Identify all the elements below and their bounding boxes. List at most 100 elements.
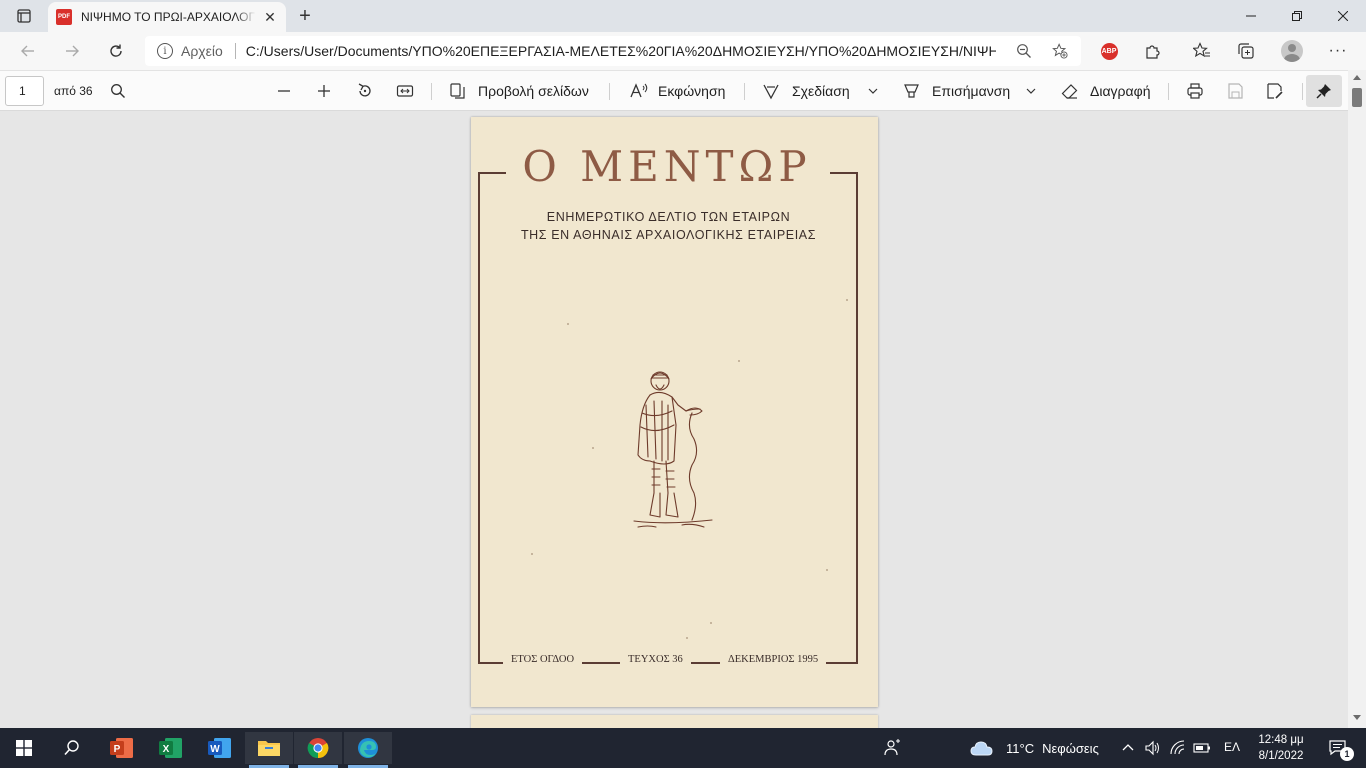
save-button[interactable] xyxy=(1226,79,1244,103)
pin-icon xyxy=(1316,84,1331,99)
edge-icon xyxy=(358,738,378,758)
vertical-scrollbar[interactable] xyxy=(1348,70,1366,728)
zoom-out-button[interactable] xyxy=(276,79,292,103)
scroll-up-arrow-icon[interactable] xyxy=(1353,75,1361,80)
back-button[interactable] xyxy=(12,36,44,66)
minimize-icon xyxy=(1246,15,1256,17)
url-text[interactable]: C:/Users/User/Documents/ΥΠΟ%20ΕΠΕΞΕΡΓΑΣΙ… xyxy=(246,43,996,59)
toolbar-divider xyxy=(1168,83,1169,100)
windows-icon xyxy=(16,740,32,756)
zoom-out-icon[interactable] xyxy=(1016,43,1032,59)
battery-icon xyxy=(1193,743,1210,753)
clock-date: 8/1/2022 xyxy=(1258,750,1304,762)
chevron-up-icon xyxy=(1122,744,1134,751)
refresh-button[interactable] xyxy=(100,36,132,66)
clock[interactable]: 12:48 μμ 8/1/2022 xyxy=(1253,732,1309,764)
erase-button[interactable]: Διαγραφή xyxy=(1061,79,1150,103)
page-count: από 36 xyxy=(54,84,93,98)
print-button[interactable] xyxy=(1186,79,1204,103)
weather-widget[interactable]: 11°C Νεφώσεις xyxy=(970,732,1100,764)
tab-actions-icon xyxy=(17,9,31,23)
search-taskbar-button[interactable] xyxy=(48,732,96,764)
page-number-input[interactable]: 1 xyxy=(5,76,44,106)
zoom-in-button[interactable] xyxy=(316,79,332,103)
page-view-label: Προβολή σελίδων xyxy=(478,83,589,99)
close-window-button[interactable] xyxy=(1320,0,1366,32)
fit-to-width-button[interactable] xyxy=(396,79,414,103)
info-icon[interactable]: i xyxy=(157,43,173,59)
minus-icon xyxy=(278,90,290,92)
address-bar[interactable]: i Αρχείο C:/Users/User/Documents/ΥΠΟ%20Ε… xyxy=(145,36,1081,66)
cover-footer-issue: ΤΕΥΧΟΣ 36 xyxy=(620,654,691,672)
svg-text:P: P xyxy=(114,744,121,755)
chevron-down-icon xyxy=(1026,88,1036,94)
pdf-page-1: Ο ΜΕΝΤΩΡ ΕΝΗΜΕΡΩΤΙΚΟ ΔΕΛΤΙΟ ΤΩΝ ΕΤΑΙΡΩΝ … xyxy=(471,117,878,707)
tab-actions-button[interactable] xyxy=(8,4,40,28)
minimize-button[interactable] xyxy=(1228,0,1274,32)
favorites-button[interactable] xyxy=(1190,39,1214,63)
language-indicator[interactable]: ΕΛ xyxy=(1224,740,1240,754)
extensions-button[interactable] xyxy=(1141,39,1165,63)
wifi-icon xyxy=(1170,740,1185,755)
add-favorite-icon[interactable] xyxy=(1052,43,1068,59)
page-view-button[interactable]: Προβολή σελίδων xyxy=(449,79,589,103)
people-taskbar-button[interactable] xyxy=(870,732,914,764)
puzzle-icon xyxy=(1146,45,1160,59)
cloud-icon xyxy=(970,741,993,756)
draw-options-button[interactable] xyxy=(867,79,879,103)
excel-taskbar-button[interactable]: X xyxy=(147,732,195,764)
start-button[interactable] xyxy=(0,732,48,764)
profile-button[interactable] xyxy=(1280,39,1304,63)
network-button[interactable] xyxy=(1166,732,1190,764)
pdf-viewer[interactable]: Ο ΜΕΝΤΩΡ ΕΝΗΜΕΡΩΤΙΚΟ ΔΕΛΤΙΟ ΤΩΝ ΕΤΑΙΡΩΝ … xyxy=(0,111,1348,728)
chrome-taskbar-button[interactable] xyxy=(294,732,342,768)
paper-speck xyxy=(686,637,688,639)
paper-speck xyxy=(592,447,594,449)
toolbar-divider xyxy=(1302,83,1303,100)
settings-menu-button[interactable]: ··· xyxy=(1326,39,1350,63)
highlight-label: Επισήμανση xyxy=(932,83,1011,99)
restore-button[interactable] xyxy=(1274,0,1320,32)
notifications-button[interactable]: 1 xyxy=(1318,732,1358,764)
adblock-extension-button[interactable]: ABP xyxy=(1097,39,1121,63)
paper-speck xyxy=(846,299,848,301)
forward-button[interactable] xyxy=(56,36,88,66)
search-icon xyxy=(64,740,79,756)
erase-label: Διαγραφή xyxy=(1090,83,1151,99)
plus-icon: + xyxy=(299,4,311,27)
collections-button[interactable] xyxy=(1234,39,1258,63)
fit-width-icon xyxy=(396,85,414,97)
battery-button[interactable] xyxy=(1190,732,1214,764)
rotate-icon xyxy=(358,83,371,97)
powerpoint-taskbar-button[interactable]: P xyxy=(98,732,146,764)
scroll-down-arrow-icon[interactable] xyxy=(1353,715,1361,720)
powerpoint-icon: P xyxy=(110,738,133,758)
word-taskbar-button[interactable]: W xyxy=(196,732,244,764)
volume-button[interactable] xyxy=(1140,732,1164,764)
address-divider xyxy=(234,43,236,59)
close-tab-button[interactable]: ✕ xyxy=(262,9,278,25)
read-aloud-button[interactable]: Εκφώνηση xyxy=(629,79,725,103)
cover-title: Ο ΜΕΝΤΩΡ xyxy=(522,142,812,191)
save-as-button[interactable] xyxy=(1266,79,1284,103)
edge-taskbar-button[interactable] xyxy=(344,732,392,768)
cover-subtitle-line2: ΤΗΣ ΕΝ ΑΘΗΝΑΙΣ ΑΡΧΑΙΟΛΟΓΙΚΗΣ ΕΤΑΙΡΕΙΑΣ xyxy=(520,228,817,242)
paper-speck xyxy=(567,323,569,325)
browser-tab[interactable]: PDF ΝΙΨΗΜΟ ΤΟ ΠΡΩΙ-ΑΡΧΑΙΟΛΟΓΙΑ ✕ xyxy=(48,2,286,32)
pdf-icon: PDF xyxy=(56,9,72,25)
file-explorer-taskbar-button[interactable] xyxy=(245,732,293,768)
read-aloud-label: Εκφώνηση xyxy=(658,83,726,99)
scroll-thumb[interactable] xyxy=(1352,88,1362,107)
rotate-button[interactable] xyxy=(356,79,374,103)
pdf-toolbar: 1 από 36 Προβολή σελίδων Εκφώνηση Σχεδία… xyxy=(0,70,1366,111)
highlight-options-button[interactable] xyxy=(1025,79,1037,103)
show-hidden-icons-button[interactable] xyxy=(1116,732,1140,764)
toolbar-divider xyxy=(744,83,745,100)
highlight-button[interactable]: Επισήμανση xyxy=(903,79,1010,103)
pin-toolbar-button[interactable] xyxy=(1306,75,1342,107)
draw-button[interactable]: Σχεδίαση xyxy=(762,79,850,103)
new-tab-button[interactable]: + xyxy=(292,4,318,28)
close-icon: ✕ xyxy=(264,8,276,25)
find-button[interactable] xyxy=(110,79,126,103)
paper-speck xyxy=(826,569,828,571)
